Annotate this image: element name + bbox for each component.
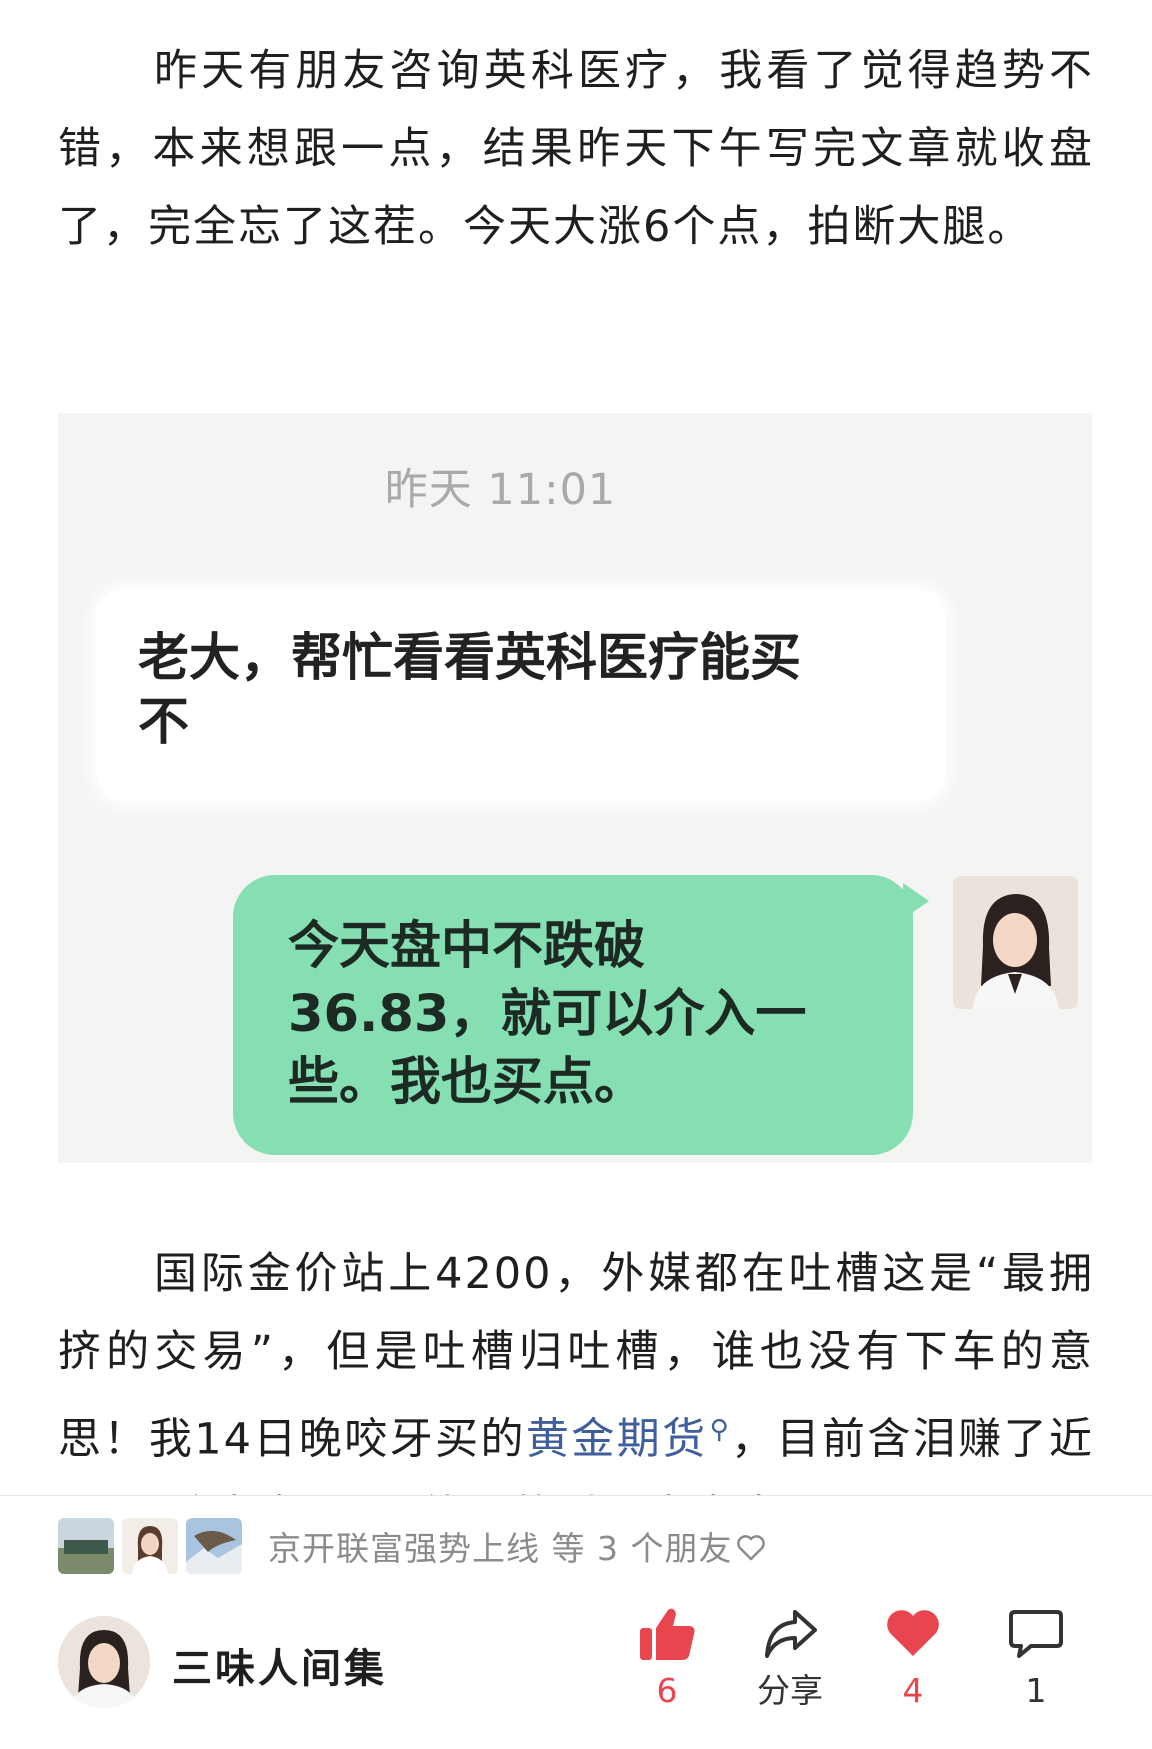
thumbs-up-icon (612, 1606, 722, 1662)
heart-icon (858, 1606, 968, 1662)
comment-count: 1 (1025, 1671, 1047, 1710)
liker-avatar (186, 1518, 242, 1574)
heart-outline-icon (736, 1531, 766, 1570)
chat-avatar (953, 876, 1078, 1009)
liker-avatar (58, 1518, 114, 1574)
liked-by-text: 京开联富强势上线 等 3 个朋友 (268, 1522, 766, 1570)
article-paragraph-2: 国际金价站上4200，外媒都在吐槽这是“最拥挤的交易”，但是吐槽归吐槽，谁也没有… (58, 1235, 1094, 1495)
share-arrow-icon (735, 1606, 845, 1662)
author-name[interactable]: 三味人间集 (172, 1636, 387, 1694)
comment-button[interactable]: 1 (981, 1606, 1091, 1710)
article-paragraph-1: 昨天有朋友咨询英科医疗，我看了觉得趋势不错，本来想跟一点，结果昨天下午写完文章就… (58, 46, 1094, 252)
favorite-count: 4 (902, 1671, 924, 1710)
like-button[interactable]: 6 (612, 1606, 722, 1710)
share-label: 分享 (757, 1671, 823, 1710)
author-avatar[interactable] (58, 1616, 150, 1708)
liked-by-label: 京开联富强势上线 等 3 个朋友 (268, 1529, 733, 1568)
keyword-link[interactable]: 黄金期货 (526, 1414, 708, 1464)
favorite-button[interactable]: 4 (858, 1606, 968, 1710)
article-content: 昨天有朋友咨询英科医疗，我看了觉得趋势不错，本来想跟一点，结果昨天下午写完文章就… (0, 0, 1152, 1495)
search-icon[interactable]: ⚲ (710, 1415, 731, 1445)
bottom-action-panel: 京开联富强势上线 等 3 个朋友 三味人间集 6 分享 4 1 (0, 1495, 1152, 1749)
chat-screenshot-image[interactable]: 昨天 11:01 老大，帮忙看看英科医疗能买不 今天盘中不跌破36.83，就可以… (58, 413, 1092, 1163)
outgoing-message: 今天盘中不跌破36.83，就可以介入一些。我也买点。 (288, 917, 807, 1112)
share-button[interactable]: 分享 (735, 1606, 845, 1710)
liker-avatar (122, 1518, 178, 1574)
like-count: 6 (656, 1671, 678, 1710)
comment-icon (981, 1606, 1091, 1662)
outgoing-bubble-tail (903, 883, 929, 919)
chat-timestamp: 昨天 11:01 (384, 465, 617, 515)
incoming-message: 老大，帮忙看看英科医疗能买不 (138, 629, 802, 752)
